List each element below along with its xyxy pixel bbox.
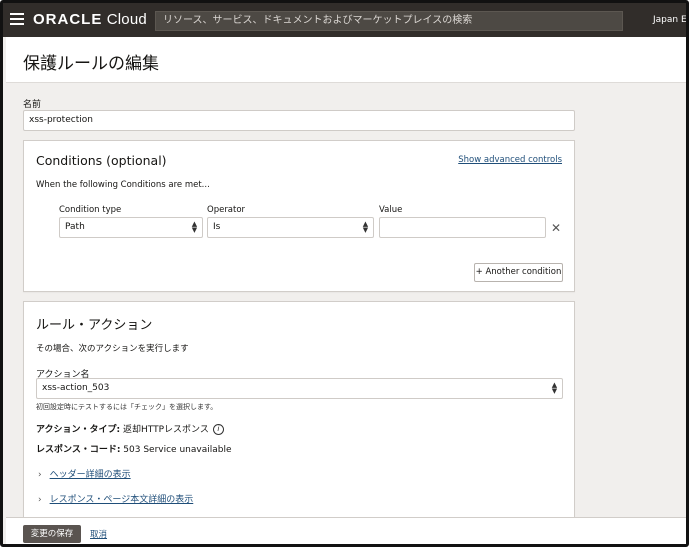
response-code-row: レスポンス・コード: 503 Service unavailable [36,442,231,455]
show-headers-expander[interactable]: › ヘッダー詳細の表示 [38,467,131,480]
operator-label: Operator [207,205,246,215]
app-window: ORACLE Cloud リソース、サービス、ドキュメントおよびマーケットプレイ… [0,0,689,547]
chevron-right-icon: › [38,495,42,505]
global-search-input[interactable]: リソース、サービス、ドキュメントおよびマーケットプレイスの検索 [155,11,623,31]
condition-type-value: Path [65,222,85,232]
brand-cloud: Cloud [102,11,147,28]
action-helper-text: 初回設定時にテストするには「チェック」を選択します。 [36,403,218,411]
action-name-value: xss-action_503 [42,383,110,393]
name-input[interactable]: xss-protection [23,110,575,131]
condition-value-input[interactable] [379,217,546,238]
cancel-link[interactable]: 取消 [90,528,107,540]
condition-type-label: Condition type [59,205,122,215]
response-code-value: 503 Service unavailable [120,445,232,455]
page-header: 保護ルールの編集 [6,37,686,83]
name-label: 名前 [23,100,42,110]
show-advanced-controls-link[interactable]: Show advanced controls [458,155,562,165]
form-content: 名前 xss-protection Conditions (optional) … [6,83,686,521]
action-type-key: アクション・タイプ: [36,425,121,435]
page-title: 保護ルールの編集 [23,54,159,74]
show-body-expander[interactable]: › レスポンス・ページ本文詳細の表示 [38,492,193,505]
oracle-cloud-logo[interactable]: ORACLE Cloud [33,11,147,28]
select-arrows-icon: ▲ ▼ [191,220,198,234]
remove-condition-close-icon[interactable]: ✕ [551,221,561,235]
operator-select[interactable]: Is ▲ ▼ [207,217,374,238]
select-arrows-icon: ▲ ▼ [551,381,558,395]
show-body-link[interactable]: レスポンス・ページ本文詳細の表示 [50,495,194,505]
add-another-condition-button[interactable]: + Another condition [474,263,563,282]
conditions-panel: Conditions (optional) Show advanced cont… [23,140,575,292]
operator-value: Is [213,222,221,232]
conditions-description: When the following Conditions are met... [36,180,210,190]
hamburger-menu-icon[interactable] [10,13,24,25]
rule-action-panel: ルール・アクション その場合、次のアクションを実行します アクション名 xss-… [23,301,575,521]
conditions-title: Conditions (optional) [36,153,167,168]
form-footer: 変更の保存 取消 [6,517,686,544]
value-label: Value [379,205,403,215]
action-type-value: 返却HTTPレスポンス [120,425,209,435]
condition-type-select[interactable]: Path ▲ ▼ [59,217,203,238]
info-icon[interactable]: i [212,424,224,435]
rule-action-description: その場合、次のアクションを実行します [36,344,189,354]
action-name-select[interactable]: xss-action_503 ▲ ▼ [36,378,563,399]
chevron-right-icon: › [38,470,42,480]
save-changes-button[interactable]: 変更の保存 [23,525,81,543]
action-type-row: アクション・タイプ: 返却HTTPレスポンス i [36,422,224,435]
response-code-key: レスポンス・コード: [36,445,121,455]
top-navigation-bar: ORACLE Cloud リソース、サービス、ドキュメントおよびマーケットプレイ… [3,3,686,37]
region-selector[interactable]: Japan Ea [653,15,686,25]
show-headers-link[interactable]: ヘッダー詳細の表示 [50,470,131,480]
brand-oracle: ORACLE [33,11,103,28]
rule-action-title: ルール・アクション [36,318,153,333]
select-arrows-icon: ▲ ▼ [362,220,369,234]
